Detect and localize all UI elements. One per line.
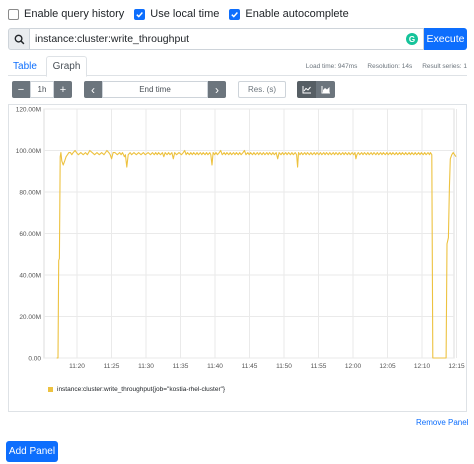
x-tick-label: 11:40 bbox=[207, 363, 223, 370]
y-tick-label: 20.00M bbox=[19, 314, 41, 321]
option-use-local-time[interactable]: Use local time bbox=[134, 8, 219, 20]
query-bar: instance:cluster:write_throughput G Exec… bbox=[8, 28, 467, 50]
graph-panel: 0.00 20.00M 40.00M 60.00M 80.00M 100.00M 120.0… bbox=[8, 104, 467, 412]
resolution: Resolution: 14s bbox=[367, 62, 413, 70]
result-series: Result series: 1 bbox=[422, 62, 467, 70]
expression-value: instance:cluster:write_throughput bbox=[35, 33, 190, 45]
chart-legend[interactable]: instance:cluster:write_throughput{job="k… bbox=[48, 385, 225, 394]
load-time: Load time: 947ms bbox=[305, 62, 358, 70]
option-label: Enable query history bbox=[24, 8, 125, 20]
increase-range-button[interactable]: + bbox=[54, 81, 72, 98]
search-icon bbox=[8, 28, 30, 50]
x-tick-label: 12:15 bbox=[448, 363, 465, 370]
x-tick-label: 11:25 bbox=[104, 363, 120, 370]
add-panel-button[interactable]: Add Panel bbox=[6, 441, 58, 462]
x-tick-label: 12:00 bbox=[345, 363, 362, 370]
x-tick-label: 11:35 bbox=[173, 363, 189, 370]
y-tick-label: 100.00M bbox=[16, 148, 41, 155]
checkmark-icon bbox=[136, 11, 144, 18]
y-tick-label: 80.00M bbox=[19, 190, 41, 197]
remove-panel-link[interactable]: Remove Panel bbox=[416, 418, 468, 427]
query-stats: Load time: 947ms Resolution: 14s Result … bbox=[296, 56, 467, 76]
x-tick-label: 11:45 bbox=[242, 363, 258, 370]
option-label: Enable autocomplete bbox=[245, 8, 349, 20]
x-tick-label: 11:50 bbox=[276, 363, 292, 370]
checkmark-icon bbox=[231, 11, 239, 18]
x-tick-label: 11:30 bbox=[138, 363, 154, 370]
y-tick-label: 60.00M bbox=[19, 231, 41, 238]
legend-swatch bbox=[48, 387, 53, 392]
query-options: Enable query history Use local time Enab… bbox=[8, 6, 359, 22]
legend-series-label: instance:cluster:write_throughput{job="k… bbox=[57, 386, 226, 393]
y-tick-label: 40.00M bbox=[19, 273, 41, 280]
graph-controls: − 1h + ‹ End time › Res. (s) bbox=[12, 81, 335, 98]
stacked-chart-button[interactable] bbox=[316, 81, 335, 98]
option-enable-query-history[interactable]: Enable query history bbox=[8, 8, 124, 20]
tab-table[interactable]: Table bbox=[8, 56, 42, 76]
checkbox-autocomplete[interactable] bbox=[229, 8, 241, 20]
range-input[interactable]: 1h bbox=[30, 81, 54, 98]
expression-input[interactable]: instance:cluster:write_throughput G bbox=[30, 28, 424, 50]
execute-button[interactable]: Execute bbox=[424, 28, 467, 50]
throughput-chart[interactable]: 0.00 20.00M 40.00M 60.00M 80.00M 100.00M 120.0… bbox=[9, 105, 468, 413]
next-time-button[interactable]: › bbox=[208, 81, 226, 98]
checkbox-query-history[interactable] bbox=[8, 8, 19, 20]
line-chart-icon bbox=[302, 86, 311, 94]
line-chart-button[interactable] bbox=[297, 81, 316, 98]
y-tick-label: 0.00 bbox=[28, 356, 41, 363]
x-tick-label: 11:20 bbox=[69, 363, 85, 370]
previous-time-button[interactable]: ‹ bbox=[84, 81, 102, 98]
checkbox-local-time[interactable] bbox=[134, 8, 146, 20]
decrease-range-button[interactable]: − bbox=[12, 81, 30, 98]
end-time-input[interactable]: End time bbox=[102, 81, 208, 98]
option-label: Use local time bbox=[150, 8, 220, 20]
x-tick-label: 12:05 bbox=[379, 363, 396, 370]
x-tick-label: 12:10 bbox=[414, 363, 431, 370]
y-tick-label: 120.00M bbox=[16, 107, 41, 114]
tab-graph[interactable]: Graph bbox=[46, 56, 87, 77]
x-tick-label: 11:55 bbox=[311, 363, 327, 370]
grammarly-icon[interactable]: G bbox=[406, 33, 418, 45]
stacked-chart-icon bbox=[321, 86, 330, 94]
option-enable-autocomplete[interactable]: Enable autocomplete bbox=[229, 8, 349, 20]
resolution-input[interactable]: Res. (s) bbox=[238, 81, 286, 98]
panel-tabs: Table Graph Load time: 947ms Resolution:… bbox=[8, 56, 467, 77]
